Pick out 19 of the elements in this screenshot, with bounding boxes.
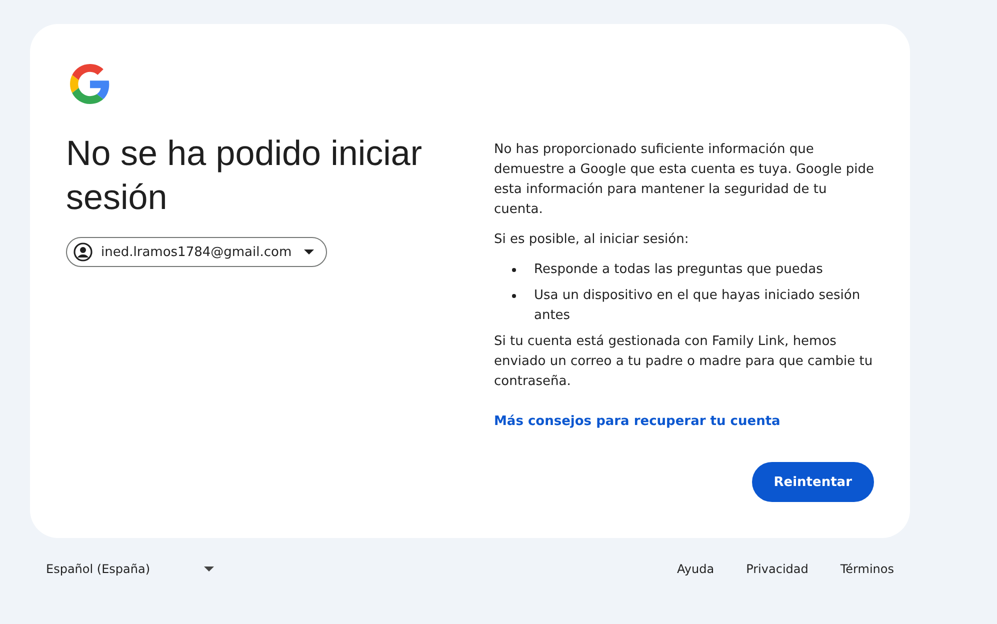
language-selector[interactable]: Español (España)	[46, 562, 214, 576]
recovery-tips-link[interactable]: Más consejos para recuperar tu cuenta	[494, 412, 780, 432]
bullet-icon	[512, 294, 516, 298]
family-link-note: Si tu cuenta está gestionada con Family Link, hemos enviado un correo a tu padre o madre para que cambie tu contraseña.	[494, 333, 874, 391]
caret-icon	[304, 249, 314, 255]
account-chip[interactable]: ined.lramos1784@gmail.com	[66, 237, 327, 267]
tips-title: Si es posible, al iniciar sesión:	[494, 231, 690, 249]
caret-icon	[204, 566, 214, 572]
google-logo-icon	[70, 64, 110, 104]
footer-link[interactable]: Privacidad	[746, 562, 808, 576]
intro-text: No has proporcionado suficiente información que demuestre a Google que esta cuenta es tuya. Google pide esta información para mantener la seguridad de tu cuenta.	[494, 141, 874, 219]
footer-link[interactable]: Ayuda	[677, 562, 714, 576]
tip-text: Responde a todas las preguntas que puedas	[534, 261, 823, 279]
page-heading: No se ha podido iniciar sesión	[66, 133, 424, 219]
bullet-icon	[512, 268, 516, 272]
retry-button[interactable]: Reintentar	[752, 462, 874, 502]
account-icon	[73, 242, 93, 262]
footer-link[interactable]: Términos	[840, 562, 894, 576]
tip-text: Usa un dispositivo en el que hayas iniciado sesión antes	[534, 287, 862, 325]
